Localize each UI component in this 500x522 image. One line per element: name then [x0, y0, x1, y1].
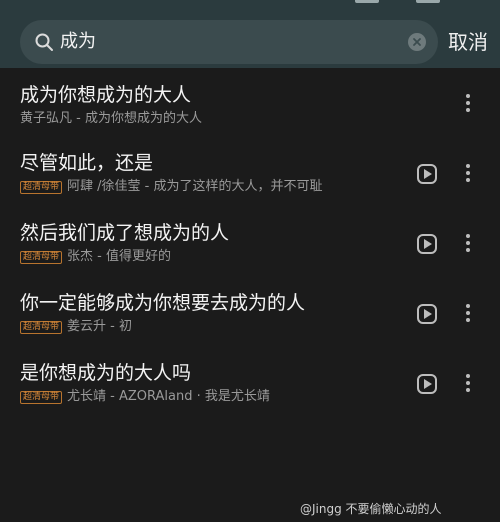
- list-item[interactable]: 是你想成为的大人吗 超清母带 尤长靖 - AZORAland · 我是尤长靖: [0, 346, 500, 416]
- song-subtitle: 超清母带 阿肆 /徐佳莹 - 成为了这样的大人，并不可耻: [20, 178, 322, 196]
- song-title: 是你想成为的大人吗: [20, 362, 192, 384]
- quality-badge: 超清母带: [20, 390, 63, 404]
- search-header: 成为 取消: [0, 0, 500, 68]
- list-item[interactable]: 尽管如此，还是 超清母带 阿肆 /徐佳莹 - 成为了这样的大人，并不可耻: [0, 136, 500, 206]
- artist-album: 阿肆 /徐佳莹 - 成为了这样的大人，并不可耻: [67, 179, 323, 194]
- artist-album: 姜云升 - 初: [67, 319, 132, 334]
- status-bar-fragment: [416, 0, 440, 3]
- search-results-list: 成为你想成为的大人 黄子弘凡 - 成为你想成为的大人 尽管如此，还是 超清母带 …: [0, 68, 500, 416]
- song-title: 尽管如此，还是: [20, 152, 154, 174]
- artist-album: 张杰 - 值得更好的: [67, 249, 171, 264]
- quality-badge: 超清母带: [20, 180, 63, 194]
- play-icon[interactable]: [417, 304, 437, 324]
- list-item[interactable]: 然后我们成了想成为的人 超清母带 张杰 - 值得更好的: [0, 206, 500, 276]
- more-icon[interactable]: [463, 164, 473, 184]
- search-icon: [35, 33, 53, 51]
- search-input[interactable]: 成为: [20, 20, 438, 64]
- artist-album: 黄子弘凡 - 成为你想成为的大人: [20, 111, 202, 126]
- song-subtitle: 超清母带 张杰 - 值得更好的: [20, 248, 171, 266]
- more-icon[interactable]: [463, 94, 473, 114]
- song-title: 你一定能够成为你想要去成为的人: [20, 292, 306, 314]
- song-subtitle: 超清母带 尤长靖 - AZORAland · 我是尤长靖: [20, 388, 270, 406]
- song-title: 然后我们成了想成为的人: [20, 222, 230, 244]
- search-query[interactable]: 成为: [60, 31, 96, 53]
- watermark-text: @Jingg 不要偷懒心动的人: [300, 502, 442, 516]
- cancel-button[interactable]: 取消: [448, 28, 488, 56]
- artist-album: 尤长靖 - AZORAland · 我是尤长靖: [67, 389, 270, 404]
- song-title: 成为你想成为的大人: [20, 84, 192, 106]
- play-icon[interactable]: [417, 234, 437, 254]
- more-icon[interactable]: [463, 304, 473, 324]
- song-subtitle: 超清母带 姜云升 - 初: [20, 318, 132, 336]
- status-bar-fragment: [355, 0, 379, 3]
- clear-icon[interactable]: [408, 33, 426, 51]
- list-item[interactable]: 你一定能够成为你想要去成为的人 超清母带 姜云升 - 初: [0, 276, 500, 346]
- play-icon[interactable]: [417, 164, 437, 184]
- list-item[interactable]: 成为你想成为的大人 黄子弘凡 - 成为你想成为的大人: [0, 68, 500, 136]
- more-icon[interactable]: [463, 234, 473, 254]
- quality-badge: 超清母带: [20, 250, 63, 264]
- play-icon[interactable]: [417, 374, 437, 394]
- song-subtitle: 黄子弘凡 - 成为你想成为的大人: [20, 110, 202, 128]
- more-icon[interactable]: [463, 374, 473, 394]
- quality-badge: 超清母带: [20, 320, 63, 334]
